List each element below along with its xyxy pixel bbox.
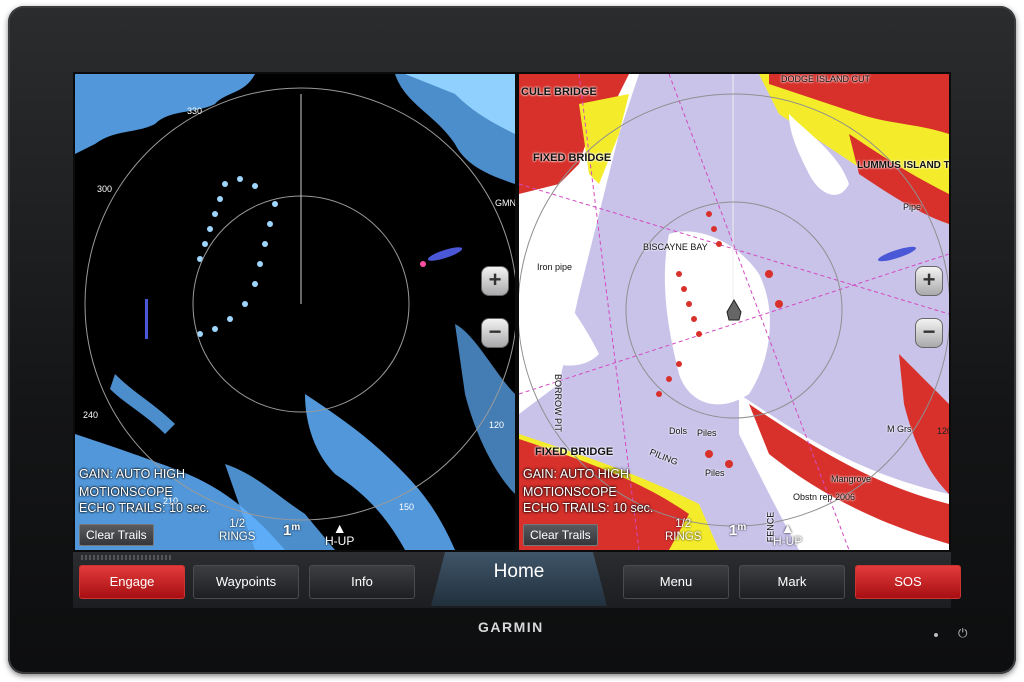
- radar-echo-trails-text: ECHO TRAILS: 10 sec.: [79, 501, 210, 515]
- info-button[interactable]: Info: [309, 565, 415, 599]
- chart-range-value: 1m: [729, 522, 746, 539]
- bearing-label-150: 150: [399, 502, 415, 512]
- power-icon[interactable]: ⏻: [958, 626, 968, 641]
- chart-echo-trails-text: ECHO TRAILS: 10 sec.: [523, 501, 654, 515]
- chart-label-lummus: LUMMUS ISLAND TURNING: [857, 160, 949, 171]
- chart-label-obstn: Obstn rep 2006: [793, 492, 856, 502]
- chart-zoom-out-button[interactable]: −: [915, 318, 943, 348]
- menu-button[interactable]: Menu: [623, 565, 729, 599]
- radar-motionscope-text: MOTIONSCOPE: [79, 485, 173, 499]
- waypoints-button[interactable]: Waypoints: [193, 565, 299, 599]
- chart-label-borrow-pit: BORROW PIT: [553, 374, 563, 432]
- bearing-label-120: 120: [489, 420, 505, 430]
- north-arrow-icon: ▲: [780, 520, 795, 536]
- chart-orientation: ▲ H-UP: [773, 520, 803, 548]
- chart-range-unit: m: [737, 522, 747, 533]
- radar-orientation: ▲ H-UP: [325, 520, 355, 548]
- bottom-toolbar: Engage Waypoints Info Home Menu Mark SOS: [73, 552, 961, 608]
- chart-label-fixed-bridge-bottom: FIXED BRIDGE: [535, 446, 614, 458]
- chart-label-fixed-bridge-top: FIXED BRIDGE: [533, 152, 612, 164]
- status-led-icon: [934, 633, 938, 637]
- north-arrow-icon: ▲: [332, 520, 347, 536]
- bearing-label-240: 240: [83, 410, 99, 420]
- chart-label-pipe: Pipe: [903, 202, 922, 212]
- chart-motionscope-text: MOTIONSCOPE: [523, 485, 617, 499]
- chart-label-mgrs: M Grs: [887, 424, 912, 434]
- radar-gain-text: GAIN: AUTO HIGH: [79, 467, 186, 481]
- mark-button[interactable]: Mark: [739, 565, 845, 599]
- chart-label-mangrove: Mangrove: [831, 474, 872, 484]
- bearing-label-gmn: GMN: [495, 198, 515, 208]
- chart-label-piles: Piles: [697, 428, 717, 438]
- chart-label-iron-pipe: Iron pipe: [537, 262, 573, 272]
- bearing-label-330: 330: [187, 106, 203, 116]
- brand-logo: GARMIN: [478, 619, 544, 635]
- bearing-label-300: 300: [97, 184, 113, 194]
- chart-pane[interactable]: CULE BRIDGE DODGE ISLAND CUT FIXED BRIDG…: [519, 74, 949, 550]
- chart-label-cule-bridge: CULE BRIDGE: [521, 86, 597, 98]
- sos-button[interactable]: SOS: [855, 565, 961, 599]
- engage-button[interactable]: Engage: [79, 565, 185, 599]
- chart-bearing-label-120: 120: [937, 426, 949, 436]
- chart-label-dols: Dols: [669, 426, 688, 436]
- toolbar-grip[interactable]: [81, 555, 171, 560]
- chart-clear-trails-button[interactable]: Clear Trails: [523, 524, 598, 546]
- chart-gain-text: GAIN: AUTO HIGH: [523, 467, 630, 481]
- display-screen: 330 300 240 210 150 120 GMN + − GAIN: AU…: [73, 72, 961, 608]
- radar-range-value: 1m: [283, 522, 300, 539]
- radar-orientation-label: H-UP: [325, 534, 355, 548]
- home-button[interactable]: Home: [431, 552, 607, 606]
- chart-label-biscayne: BISCAYNE BAY: [643, 242, 708, 252]
- chart-zoom-in-button[interactable]: +: [915, 266, 943, 296]
- radar-clear-trails-button[interactable]: Clear Trails: [79, 524, 154, 546]
- chart-label-dodge-cut: DODGE ISLAND CUT: [781, 74, 871, 84]
- radar-range-unit: m: [291, 522, 301, 533]
- chart-label-piles-2: Piles: [705, 468, 725, 478]
- radar-pane[interactable]: 330 300 240 210 150 120 GMN + − GAIN: AU…: [75, 74, 515, 550]
- device-bezel: 330 300 240 210 150 120 GMN + − GAIN: AU…: [8, 6, 1016, 674]
- chart-orientation-label: H-UP: [773, 534, 803, 548]
- radar-zoom-in-button[interactable]: +: [481, 266, 509, 296]
- radar-rings-label: 1/2 RINGS: [219, 518, 256, 543]
- chart-rings-label: 1/2 RINGS: [665, 518, 702, 543]
- radar-zoom-out-button[interactable]: −: [481, 318, 509, 348]
